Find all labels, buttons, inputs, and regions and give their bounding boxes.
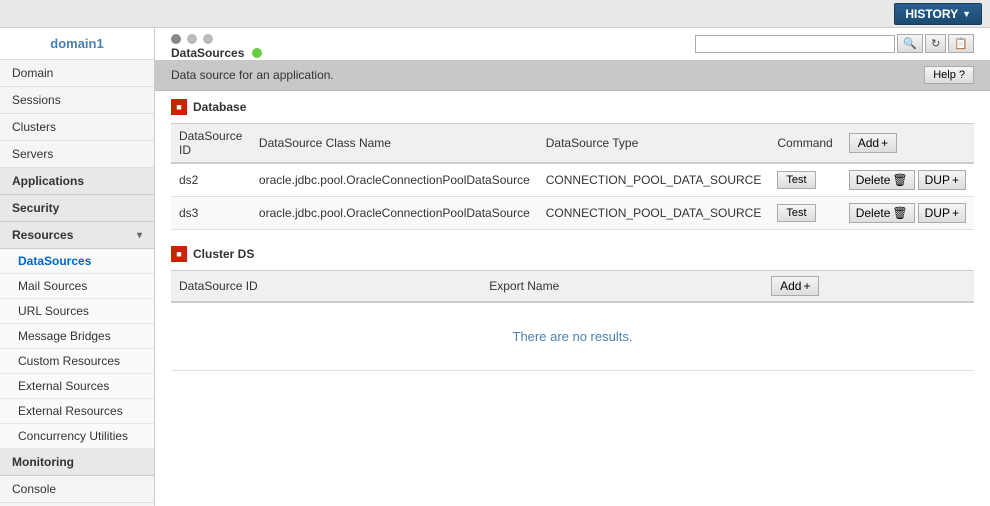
sidebar: domain1 Domain Sessions Clusters Servers…: [0, 28, 155, 506]
ds-test-1: Test: [769, 163, 840, 197]
clusterds-section: ■ Cluster DS DataSource ID Export Name A…: [155, 238, 990, 379]
sidebar-domain[interactable]: domain1: [0, 28, 154, 60]
sidebar-item-clusters[interactable]: Clusters: [0, 114, 154, 141]
search-input[interactable]: [695, 35, 895, 53]
page-header: DataSources 🔍 ↻ 📋: [155, 28, 990, 60]
sidebar-sub-message-bridges[interactable]: Message Bridges: [0, 324, 154, 349]
sidebar-sub-custom-resources[interactable]: Custom Resources: [0, 349, 154, 374]
ds-class-1: oracle.jdbc.pool.OracleConnectionPoolDat…: [251, 163, 538, 197]
clusterds-section-title: ■ Cluster DS: [171, 246, 974, 262]
page-title: DataSources: [171, 46, 695, 60]
col-class-name: DataSource Class Name: [251, 124, 538, 164]
col-add: Add +: [841, 124, 974, 164]
ds-id-1: ds2: [171, 163, 251, 197]
sidebar-section-security[interactable]: Security: [0, 195, 154, 222]
nav-dot-2: [187, 34, 197, 44]
dup-button-2[interactable]: DUP +: [918, 203, 966, 223]
nav-dot-1: [171, 34, 181, 44]
delete-button-1[interactable]: Delete 🗑: [849, 170, 915, 190]
col-type: DataSource Type: [538, 124, 770, 164]
delete-button-2[interactable]: Delete 🗑: [849, 203, 915, 223]
dup-button-1[interactable]: DUP +: [918, 170, 966, 190]
no-results-cell: There are no results.: [171, 302, 974, 371]
test-button-1[interactable]: Test: [777, 171, 815, 189]
sidebar-item-domain[interactable]: Domain: [0, 60, 154, 87]
clusterds-table: DataSource ID Export Name Add + T: [171, 270, 974, 371]
sidebar-sub-url-sources[interactable]: URL Sources: [0, 299, 154, 324]
sidebar-section-applications[interactable]: Applications: [0, 168, 154, 195]
sidebar-sub-external-sources[interactable]: External Sources: [0, 374, 154, 399]
no-results-row: There are no results.: [171, 302, 974, 371]
clusterds-icon: ■: [171, 246, 187, 262]
sidebar-section-monitoring[interactable]: Monitoring: [0, 449, 154, 476]
help-button[interactable]: Help ?: [924, 66, 974, 84]
search-bar: 🔍 ↻ 📋: [695, 34, 974, 53]
ds-id-2: ds3: [171, 197, 251, 230]
nav-dot-3: [203, 34, 213, 44]
ds-actions-2: Delete 🗑 DUP +: [841, 197, 974, 230]
sidebar-item-console[interactable]: Console: [0, 476, 154, 503]
ds-actions-1: Delete 🗑 DUP +: [841, 163, 974, 197]
sidebar-item-sessions[interactable]: Sessions: [0, 87, 154, 114]
refresh-button[interactable]: ↻: [925, 34, 946, 53]
info-bar: Data source for an application. Help ?: [155, 60, 990, 91]
table-row: ds3 oracle.jdbc.pool.OracleConnectionPoo…: [171, 197, 974, 230]
no-results-text: There are no results.: [179, 309, 966, 364]
sidebar-sub-external-resources[interactable]: External Resources: [0, 399, 154, 424]
database-table: DataSource ID DataSource Class Name Data…: [171, 123, 974, 230]
database-icon: ■: [171, 99, 187, 115]
status-indicator: [252, 48, 262, 58]
database-section: ■ Database DataSource ID DataSource Clas…: [155, 91, 990, 238]
sidebar-sub-datasources[interactable]: DataSources: [0, 249, 154, 274]
resources-arrow: ▾: [137, 230, 142, 241]
ds-type-2: CONNECTION_POOL_DATA_SOURCE: [538, 197, 770, 230]
history-button[interactable]: HISTORY ▼: [894, 3, 982, 25]
ds-type-1: CONNECTION_POOL_DATA_SOURCE: [538, 163, 770, 197]
sidebar-sub-concurrency-utilities[interactable]: Concurrency Utilities: [0, 424, 154, 449]
sidebar-section-resources[interactable]: Resources ▾: [0, 222, 154, 249]
nav-breadcrumb: [171, 34, 695, 44]
add-clusterds-button[interactable]: Add +: [771, 276, 819, 296]
col-datasource-id: DataSource ID: [171, 124, 251, 164]
table-row: ds2 oracle.jdbc.pool.OracleConnectionPoo…: [171, 163, 974, 197]
database-section-title: ■ Database: [171, 99, 974, 115]
ds-class-2: oracle.jdbc.pool.OracleConnectionPoolDat…: [251, 197, 538, 230]
history-label: HISTORY: [905, 7, 958, 21]
col-export-name: Export Name: [481, 271, 763, 303]
history-arrow: ▼: [962, 9, 971, 19]
col-cluster-add: Add +: [763, 271, 974, 303]
main-content: DataSources 🔍 ↻ 📋 Data source for an app…: [155, 28, 990, 506]
add-datasource-button[interactable]: Add +: [849, 133, 897, 153]
sidebar-item-servers[interactable]: Servers: [0, 141, 154, 168]
search-button[interactable]: 🔍: [897, 34, 923, 53]
ds-test-2: Test: [769, 197, 840, 230]
col-command: Command: [769, 124, 840, 164]
sidebar-sub-mail-sources[interactable]: Mail Sources: [0, 274, 154, 299]
col-cluster-ds-id: DataSource ID: [171, 271, 481, 303]
export-button[interactable]: 📋: [948, 34, 974, 53]
top-bar: HISTORY ▼: [0, 0, 990, 28]
test-button-2[interactable]: Test: [777, 204, 815, 222]
info-text: Data source for an application.: [171, 68, 334, 82]
